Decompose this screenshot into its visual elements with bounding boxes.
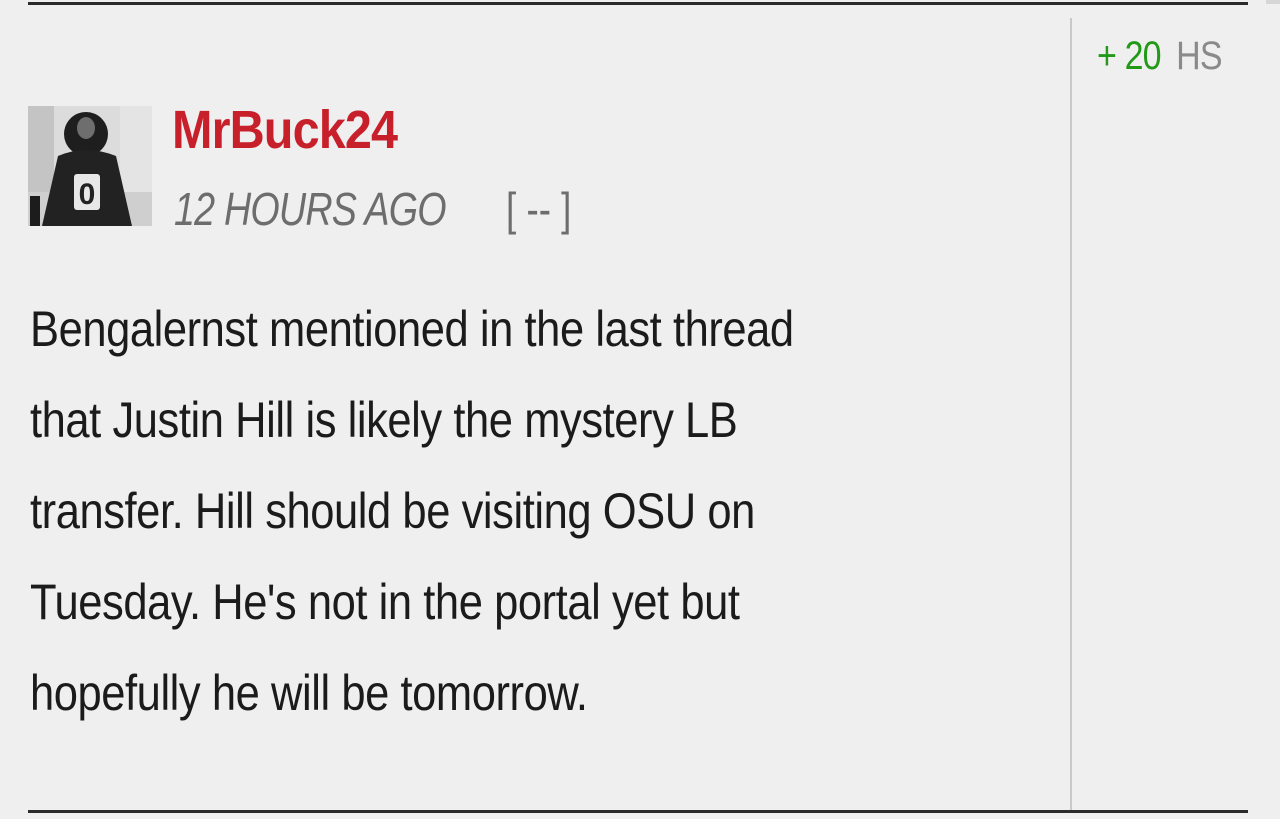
comment-timestamp: 12 HOURS AGO: [174, 183, 447, 235]
comment-body-line: Bengalernst mentioned in the last thread: [30, 301, 794, 357]
comment-body: Bengalernst mentioned in the last thread…: [30, 284, 1030, 739]
score-badge[interactable]: + 20 HS: [1097, 34, 1223, 78]
comment-body-line: hopefully he will be tomorrow.: [30, 665, 588, 721]
bottom-divider: [28, 810, 1248, 813]
comment-body-line: Tuesday. He's not in the portal yet but: [30, 574, 740, 630]
comment-body-line: that Justin Hill is likely the mystery L…: [30, 392, 738, 448]
score-column-divider: [1070, 18, 1072, 811]
score-unit: HS: [1176, 34, 1222, 78]
avatar[interactable]: 0: [28, 106, 152, 226]
avatar-jersey-number: 0: [79, 178, 96, 211]
player-avatar-jersey-0-icon: 0: [28, 106, 152, 226]
corner-scroll-edge: [1266, 0, 1280, 4]
score-sign: +: [1097, 34, 1117, 78]
comment-page: + 20 HS 0 MrBuck24 12 HOURS AGO [ -- ] B…: [0, 0, 1280, 819]
comment-body-line: transfer. Hill should be visiting OSU on: [30, 483, 755, 539]
collapse-toggle-button[interactable]: [ -- ]: [506, 184, 571, 234]
top-divider: [28, 2, 1248, 5]
username-link[interactable]: MrBuck24: [172, 100, 398, 160]
score-value: 20: [1124, 34, 1162, 78]
